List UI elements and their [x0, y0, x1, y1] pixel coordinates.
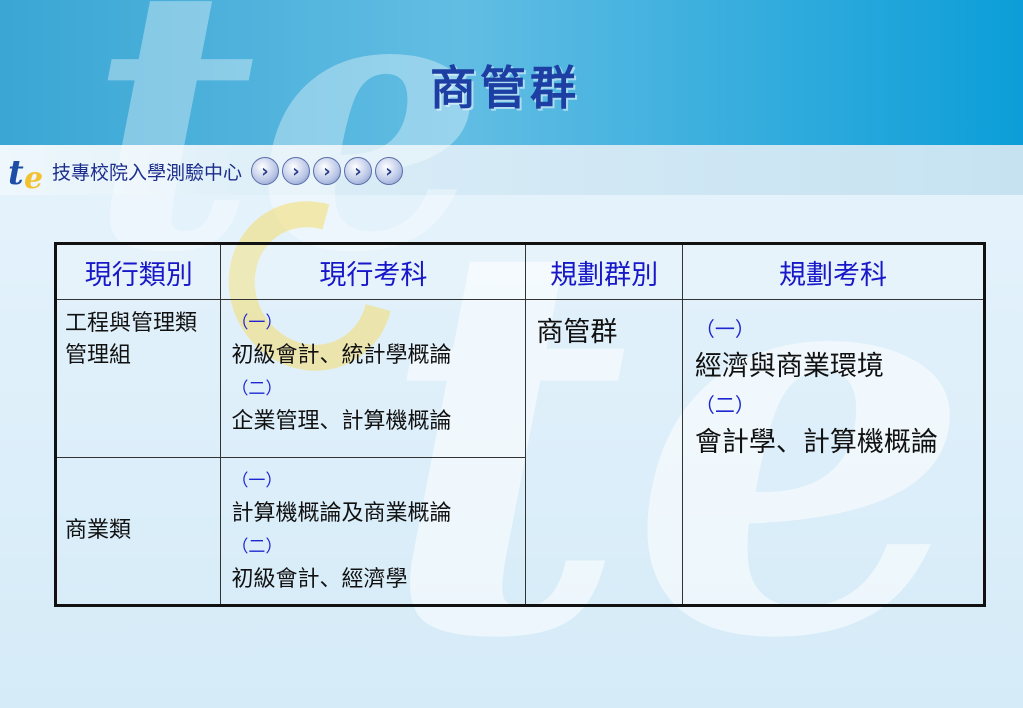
subject-text: 經濟與商業環境: [694, 351, 884, 382]
org-name: 技專校院入學測驗中心: [52, 161, 243, 184]
item-number: （一）: [694, 317, 755, 341]
header-bar: te 技專校院入學測驗中心 › › › › ›: [8, 153, 404, 196]
item-number: （二）: [231, 537, 283, 557]
subject-text: 會計學、計算機概論: [694, 427, 938, 458]
chevron-right-icon: ›: [282, 157, 311, 185]
category-cell: 商業類: [54, 457, 222, 606]
planned-group-cell: 商管群: [525, 299, 683, 606]
table-header-row: 現行類別 現行考科 規劃群別 規劃考科: [54, 243, 986, 300]
chevron-right-icon: ›: [313, 157, 342, 185]
category-cell: 工程與管理類管理組: [54, 299, 222, 458]
subject-text: 初級會計、統計學概論: [231, 343, 452, 368]
subjects-cell: （一） 初級會計、統計學概論 （二） 企業管理、計算機概論: [220, 299, 527, 458]
item-number: （二）: [231, 379, 283, 399]
chevron-right-icon: ›: [375, 157, 404, 185]
planned-subjects-cell: （一） 經濟與商業環境 （二） 會計學、計算機概論: [681, 299, 986, 606]
chevron-right-icon: ›: [344, 157, 373, 185]
slide-title: 商管群: [430, 61, 580, 115]
item-number: （一）: [231, 471, 283, 491]
header-planned-subjects: 規劃考科: [681, 243, 986, 300]
header-current-subjects: 現行考科: [220, 243, 527, 300]
item-number: （一）: [231, 313, 283, 333]
item-number: （二）: [694, 393, 755, 417]
subject-text: 計算機概論及商業概論: [231, 501, 452, 526]
subject-text: 初級會計、經濟學: [231, 567, 408, 592]
subjects-cell: （一） 計算機概論及商業概論 （二） 初級會計、經濟學: [220, 457, 527, 606]
subject-text: 企業管理、計算機概論: [231, 409, 452, 434]
exam-subject-table: 現行類別 現行考科 規劃群別 規劃考科 工程與管理類管理組 （一） 初級會計、統…: [54, 242, 986, 607]
header-current-category: 現行類別: [54, 243, 222, 300]
tte-logo: te: [8, 153, 44, 196]
chevron-right-icon: ›: [251, 157, 280, 185]
table-row: 工程與管理類管理組 （一） 初級會計、統計學概論 （二） 企業管理、計算機概論 …: [54, 299, 986, 606]
header-planned-group: 規劃群別: [525, 243, 683, 300]
